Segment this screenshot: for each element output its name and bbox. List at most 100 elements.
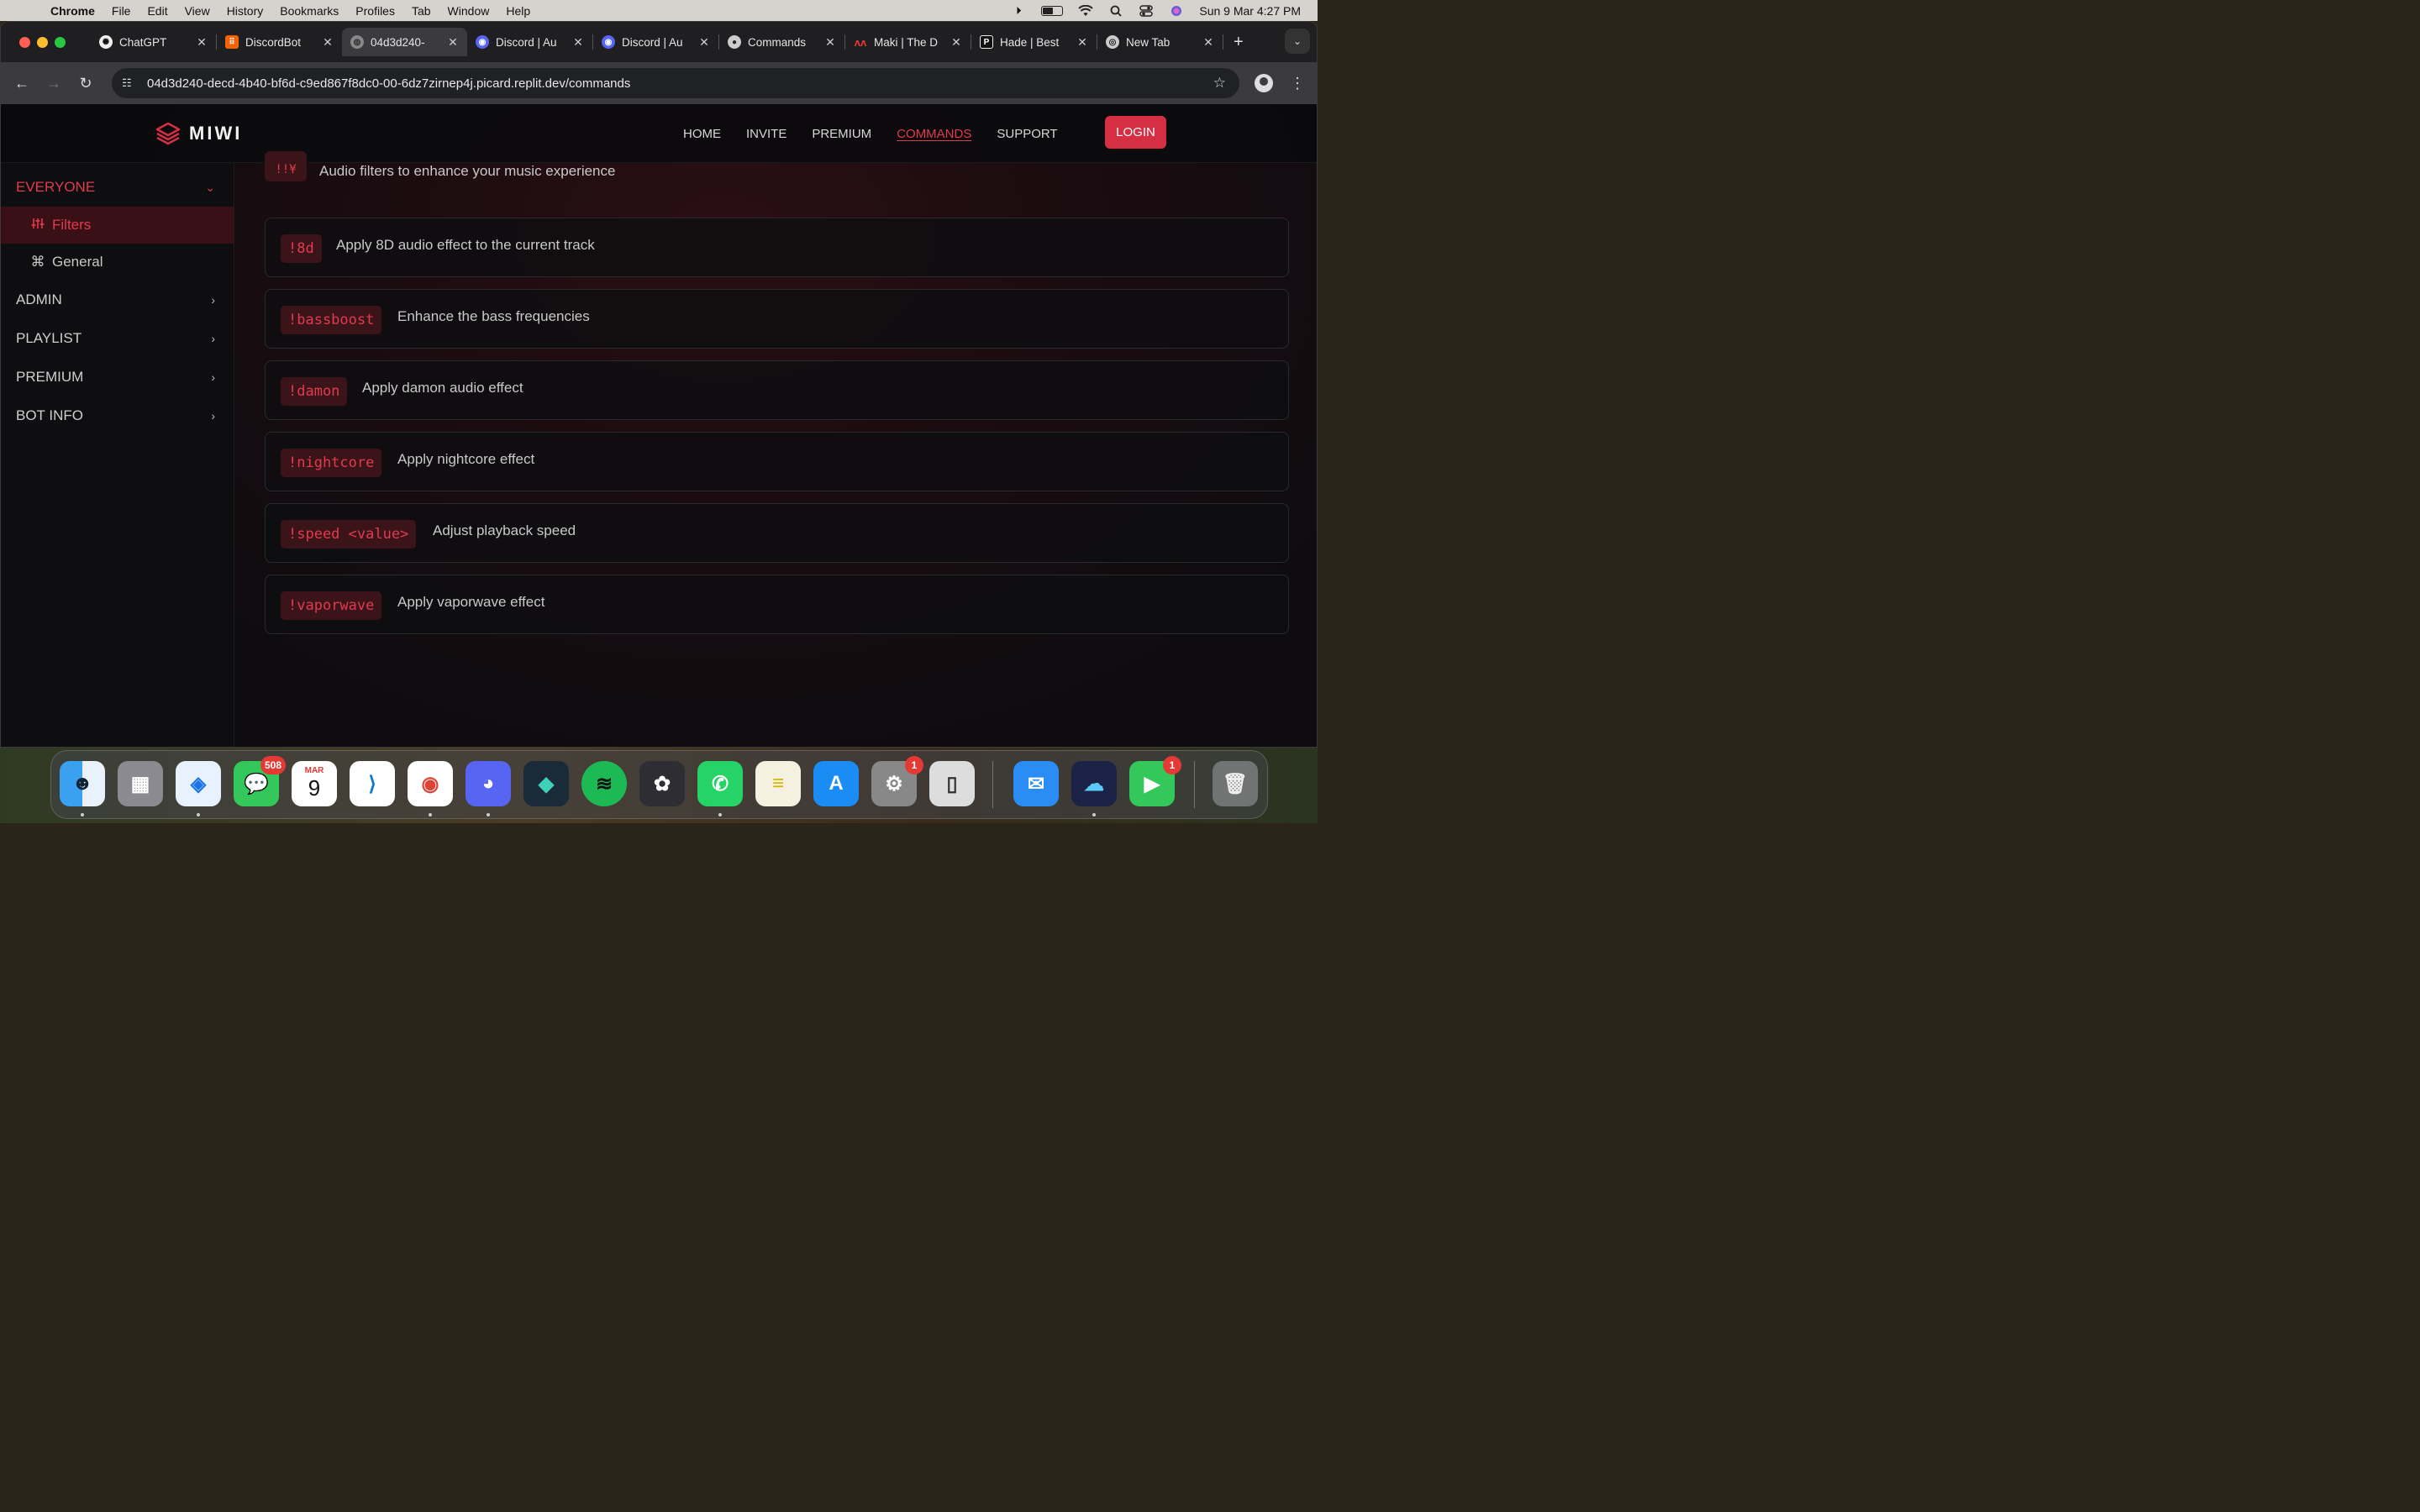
nav-support[interactable]: SUPPORT [997, 127, 1057, 141]
sidebar-category-everyone[interactable]: EVERYONE ⌄ [1, 168, 234, 207]
safari-icon[interactable]: ◈ [176, 761, 221, 806]
sidebar-item-filters[interactable]: Filters [1, 207, 234, 244]
vscode-icon[interactable]: ⟩ [350, 761, 395, 806]
command-code: !speed <value> [281, 520, 417, 549]
back-arrow-icon[interactable]: ← [6, 75, 38, 92]
davinci-resolve-icon[interactable]: ✿ [639, 761, 685, 806]
close-tab-icon[interactable]: ✕ [196, 35, 208, 50]
chrome-icon[interactable]: ◉ [408, 761, 453, 806]
sidebar-item-general[interactable]: ⌘ General [1, 244, 234, 281]
site-logo[interactable]: MIWI [155, 121, 242, 146]
finder-icon[interactable]: ☻ [60, 761, 105, 806]
browser-toolbar: ← → ↻ ☷ 04d3d240-decd-4b40-bf6d-c9ed867f… [1, 62, 1317, 104]
trash-icon[interactable]: 🗑 [1213, 761, 1258, 806]
close-tab-icon[interactable]: ✕ [572, 35, 584, 50]
menu-help[interactable]: Help [506, 4, 530, 18]
nav-invite[interactable]: INVITE [746, 127, 786, 141]
play-icon[interactable]: ⏵ [1011, 4, 1026, 17]
tab-commands[interactable]: ● Commands ✕ [719, 28, 844, 56]
profile-avatar-icon[interactable] [1255, 74, 1273, 92]
sidebar-category-premium[interactable]: PREMIUM › [1, 358, 234, 396]
tab-new-tab[interactable]: ◎ New Tab ✕ [1097, 28, 1223, 56]
clock[interactable]: Sun 9 Mar 4:27 PM [1199, 4, 1301, 18]
control-center-icon[interactable] [1139, 4, 1154, 17]
command-code: !bassboost [281, 306, 382, 334]
whatsapp-icon[interactable]: ✆ [697, 761, 743, 806]
address-bar[interactable]: ☷ 04d3d240-decd-4b40-bf6d-c9ed867f8dc0-0… [112, 68, 1239, 98]
menu-file[interactable]: File [112, 4, 131, 18]
tab-discordbot[interactable]: ⠿ DiscordBot ✕ [217, 28, 342, 56]
menu-profiles[interactable]: Profiles [355, 4, 395, 18]
close-tab-icon[interactable]: ✕ [824, 35, 836, 50]
close-tab-icon[interactable]: ✕ [1202, 35, 1214, 50]
sidebar-category-bot-info[interactable]: BOT INFO › [1, 396, 234, 435]
iphone-mirroring-icon[interactable]: ▯ [929, 761, 975, 806]
mail-icon[interactable]: ✉ [1013, 761, 1059, 806]
forward-arrow-icon[interactable]: → [38, 75, 70, 92]
spotlight-search-icon[interactable] [1108, 5, 1123, 17]
command-card[interactable]: !vaporwave Apply vaporwave effect [265, 575, 1289, 634]
tab-chatgpt[interactable]: ✺ ChatGPT ✕ [91, 28, 216, 56]
close-tab-icon[interactable]: ✕ [447, 35, 459, 50]
command-description: Apply vaporwave effect [397, 594, 545, 610]
close-window-button[interactable] [19, 36, 30, 48]
tab-current-page[interactable]: ◍ 04d3d240- ✕ [342, 28, 467, 56]
command-card[interactable]: !8d Apply 8D audio effect to the current… [265, 218, 1289, 277]
cloud-terminal-icon[interactable]: ☁ [1071, 761, 1117, 806]
app-store-icon[interactable]: A [813, 761, 859, 806]
command-description: Enhance the bass frequencies [397, 308, 590, 324]
menu-app-name[interactable]: Chrome [50, 4, 95, 18]
nav-home[interactable]: HOME [683, 127, 721, 141]
close-tab-icon[interactable]: ✕ [322, 35, 334, 50]
login-button[interactable]: LOGIN [1105, 116, 1166, 149]
command-description: Apply damon audio effect [362, 380, 523, 396]
filmora-icon[interactable]: ◆ [523, 761, 569, 806]
notes-icon[interactable]: ≡ [755, 761, 801, 806]
tab-title: 04d3d240- [371, 35, 425, 49]
menu-bookmarks[interactable]: Bookmarks [280, 4, 339, 18]
tab-hade[interactable]: P Hade | Best ✕ [971, 28, 1097, 56]
system-settings-icon[interactable]: ⚙ 1 [871, 756, 923, 806]
launchpad-icon[interactable]: ▦ [118, 761, 163, 806]
discord-icon: ◉ [602, 35, 615, 49]
spotify-icon[interactable]: ≋ [581, 761, 627, 806]
nav-premium[interactable]: PREMIUM [812, 127, 871, 141]
url-text[interactable]: 04d3d240-decd-4b40-bf6d-c9ed867f8dc0-00-… [147, 76, 630, 91]
facetime-icon[interactable]: ▶ 1 [1129, 756, 1181, 806]
menu-view[interactable]: View [185, 4, 210, 18]
tab-discord-1[interactable]: ◉ Discord | Au ✕ [467, 28, 592, 56]
menu-window[interactable]: Window [448, 4, 490, 18]
calendar-icon[interactable]: MAR 9 [292, 761, 337, 806]
tab-maki[interactable]: ʌʌ Maki | The D ✕ [845, 28, 971, 56]
minimize-window-button[interactable] [37, 36, 48, 48]
command-card[interactable]: !bassboost Enhance the bass frequencies [265, 289, 1289, 349]
messages-icon[interactable]: 💬 508 [234, 756, 286, 806]
command-card[interactable]: !nightcore Apply nightcore effect [265, 432, 1289, 491]
close-tab-icon[interactable]: ✕ [698, 35, 710, 50]
site-info-icon[interactable]: ☷ [122, 76, 140, 90]
discord-icon[interactable]: ◕ [466, 761, 511, 806]
sidebar-category-admin[interactable]: ADMIN › [1, 281, 234, 319]
more-menu-icon[interactable]: ⋮ [1290, 75, 1305, 92]
bookmark-star-icon[interactable]: ☆ [1213, 75, 1226, 92]
tab-discord-2[interactable]: ◉ Discord | Au ✕ [593, 28, 718, 56]
close-tab-icon[interactable]: ✕ [950, 35, 962, 50]
command-card[interactable]: !damon Apply damon audio effect [265, 360, 1289, 420]
discord-icon: ◉ [476, 35, 489, 49]
zoom-window-button[interactable] [55, 36, 66, 48]
close-tab-icon[interactable]: ✕ [1076, 35, 1088, 50]
menu-edit[interactable]: Edit [147, 4, 167, 18]
sidebar-category-playlist[interactable]: PLAYLIST › [1, 319, 234, 358]
battery-icon[interactable] [1041, 5, 1064, 16]
wifi-icon[interactable] [1078, 4, 1094, 17]
siri-icon[interactable] [1169, 5, 1184, 17]
new-tab-plus-icon[interactable]: + [1234, 33, 1244, 52]
nav-commands[interactable]: COMMANDS [897, 127, 971, 141]
layers-logo-icon [155, 122, 181, 145]
command-card[interactable]: !speed <value> Adjust playback speed [265, 503, 1289, 563]
reload-icon[interactable]: ↻ [70, 75, 102, 92]
tab-search-chevron-icon[interactable]: ⌄ [1285, 29, 1310, 54]
tab-title: New Tab [1126, 35, 1171, 49]
menu-history[interactable]: History [227, 4, 264, 18]
menu-tab[interactable]: Tab [412, 4, 431, 18]
